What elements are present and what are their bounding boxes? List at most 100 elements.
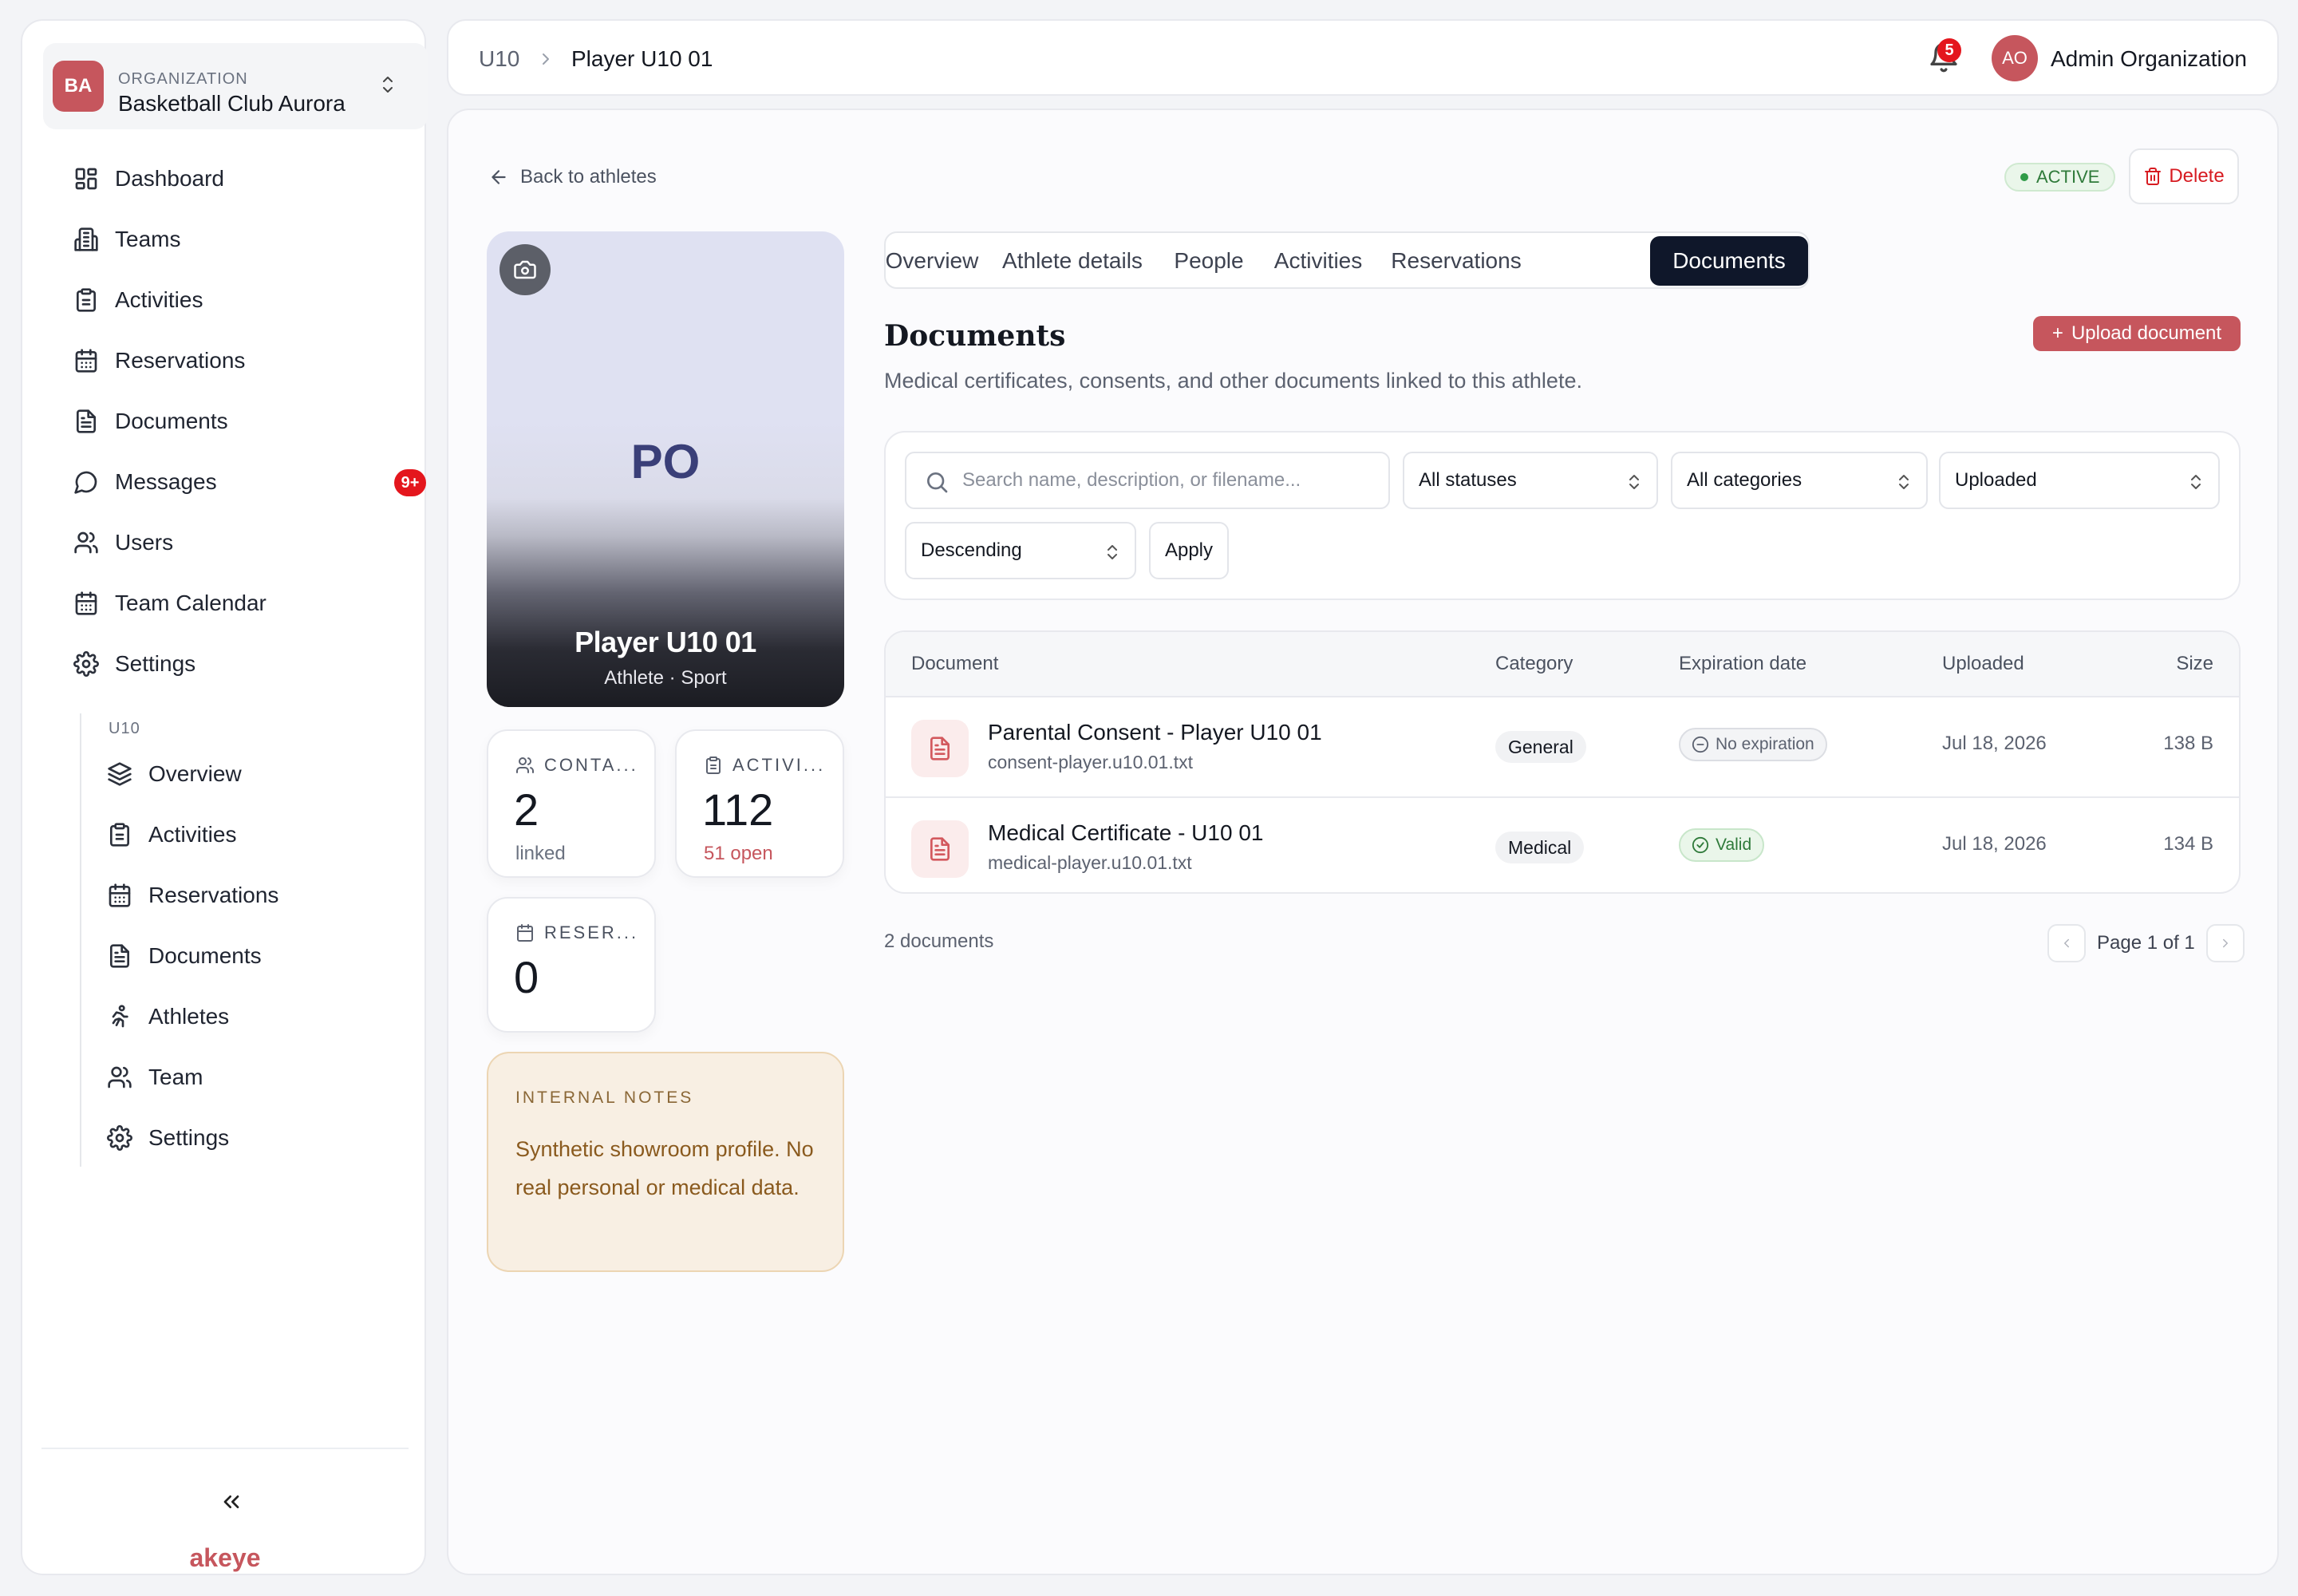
- team-nav-team[interactable]: Team: [88, 1053, 423, 1101]
- stat-reservations[interactable]: RESER... 0: [487, 897, 656, 1033]
- expiration-label: Valid: [1716, 836, 1752, 854]
- stat-contacts[interactable]: CONTA... 2 linked: [487, 729, 656, 878]
- nav-item-label: Reservations: [148, 883, 279, 907]
- stat-subtext: 51 open: [704, 843, 773, 864]
- tab-documents[interactable]: Documents: [1650, 236, 1808, 286]
- breadcrumb-current: Player U10 01: [571, 46, 713, 71]
- camera-icon[interactable]: [499, 244, 551, 295]
- nav-item-messages[interactable]: Messages 9+: [54, 458, 426, 506]
- search-input[interactable]: Search name, description, or filename...: [905, 452, 1390, 509]
- nav-item-label: Activities: [148, 822, 237, 847]
- file-size: 134 B: [2163, 833, 2213, 855]
- file-icon: [911, 820, 969, 878]
- back-label: Back to athletes: [520, 166, 657, 188]
- section-title: Documents: [884, 319, 1066, 353]
- tab-reservations[interactable]: Reservations: [1385, 236, 1527, 286]
- nav-item-documents[interactable]: Documents: [54, 397, 421, 445]
- team-nav-settings[interactable]: Settings: [88, 1114, 423, 1162]
- nav-item-team-calendar[interactable]: Team Calendar: [54, 579, 421, 627]
- profile-name: Player U10 01: [574, 626, 756, 658]
- team-nav-activities[interactable]: Activities: [88, 811, 423, 859]
- search-placeholder: Search name, description, or filename...: [962, 469, 1301, 491]
- document-name[interactable]: Medical Certificate - U10 01: [988, 820, 1263, 846]
- column-header[interactable]: Category: [1495, 653, 1573, 675]
- nav-item-reservations[interactable]: Reservations: [54, 337, 421, 385]
- nav-item-label: Overview: [148, 761, 242, 786]
- category-select[interactable]: All categories: [1671, 452, 1928, 509]
- tab-people[interactable]: People: [1167, 236, 1251, 286]
- arrow-left-icon: [492, 170, 506, 184]
- nav-item-label: Athletes: [148, 1004, 230, 1029]
- nav-item-settings[interactable]: Settings: [54, 640, 421, 688]
- nav-item-label: Messages: [115, 469, 217, 494]
- collapse-sidebar-icon[interactable]: [219, 1489, 244, 1515]
- stat-activities[interactable]: ACTIVI... 112 51 open: [675, 729, 844, 878]
- organization-switcher[interactable]: BA ORGANIZATION Basketball Club Aurora: [43, 43, 428, 129]
- next-page-button[interactable]: [2205, 924, 2245, 962]
- table-row[interactable]: Parental Consent - Player U10 01 consent…: [886, 697, 2239, 795]
- back-to-athletes-link[interactable]: Back to athletes: [488, 166, 657, 188]
- apply-button[interactable]: Apply: [1149, 522, 1229, 579]
- status-badge: ACTIVE: [2004, 163, 2116, 192]
- stat-label: CONTA...: [544, 755, 638, 775]
- team-nav-overview[interactable]: Overview: [88, 750, 423, 798]
- file-size: 138 B: [2163, 733, 2213, 754]
- org-name: Basketball Club Aurora: [118, 91, 345, 116]
- calendar-icon: [73, 348, 99, 373]
- uploaded-date: Jul 18, 2026: [1942, 833, 2047, 855]
- nav-item-teams[interactable]: Teams: [54, 215, 421, 263]
- layers-icon: [107, 761, 132, 787]
- table-row[interactable]: Medical Certificate - U10 01 medical-pla…: [886, 796, 2239, 892]
- stat-value: 112: [702, 784, 774, 835]
- nav-item-activities[interactable]: Activities: [54, 276, 421, 324]
- sort-field-value: Uploaded: [1955, 469, 2037, 491]
- document-filename: medical-player.u10.01.txt: [988, 852, 1192, 873]
- notes-body: Synthetic showroom profile. No real pers…: [515, 1137, 814, 1199]
- column-header[interactable]: Expiration date: [1679, 653, 1806, 675]
- tab-activities[interactable]: Activities: [1262, 236, 1374, 286]
- tab-athlete-details[interactable]: Athlete details: [988, 236, 1157, 286]
- nav-item-dashboard[interactable]: Dashboard: [54, 155, 421, 203]
- plus-icon: +: [2051, 322, 2063, 344]
- stat-header: RESER...: [515, 922, 638, 943]
- table-header: Document Category Expiration date Upload…: [886, 632, 2239, 697]
- expiration-badge: No expiration: [1679, 728, 1827, 761]
- file-icon: [911, 720, 969, 777]
- document-filename: consent-player.u10.01.txt: [988, 752, 1193, 772]
- team-nav-documents[interactable]: Documents: [88, 932, 423, 980]
- column-header[interactable]: Document: [911, 653, 998, 675]
- user-avatar[interactable]: AO: [1992, 35, 2038, 81]
- previous-page-button[interactable]: [2047, 924, 2086, 962]
- chevron-up-down-icon: [1629, 475, 1639, 489]
- nav-item-label: Users: [115, 530, 174, 555]
- users-icon: [516, 757, 534, 773]
- delete-button[interactable]: Delete: [2129, 148, 2239, 204]
- message-icon: [73, 469, 99, 495]
- pagination: Page 1 of 1: [2047, 924, 2245, 962]
- breadcrumb-team[interactable]: U10: [479, 46, 519, 72]
- sort-field-select[interactable]: Uploaded: [1939, 452, 2220, 509]
- nav-item-label: Documents: [148, 943, 262, 968]
- nav-item-label: Reservations: [115, 348, 246, 373]
- users-icon: [107, 1065, 132, 1090]
- column-header[interactable]: Size: [2176, 653, 2213, 675]
- category-badge: Medical: [1495, 832, 1585, 863]
- user-name[interactable]: Admin Organization: [2051, 46, 2247, 72]
- tab-overview[interactable]: Overview: [886, 236, 979, 286]
- team-section-label: U10: [109, 720, 140, 737]
- dashboard-icon: [73, 166, 99, 192]
- status-label: ACTIVE: [2036, 167, 2100, 187]
- nav-item-users[interactable]: Users: [54, 519, 421, 567]
- profile-subtitle: Athlete · Sport: [604, 667, 727, 689]
- trash-icon: [2145, 168, 2162, 185]
- stat-value: 2: [514, 784, 539, 835]
- team-nav-athletes[interactable]: Athletes: [88, 993, 423, 1041]
- upload-document-button[interactable]: + Upload document: [2033, 316, 2241, 351]
- document-filters: Search name, description, or filename...…: [884, 431, 2241, 600]
- team-nav-reservations[interactable]: Reservations: [88, 871, 423, 919]
- minus-circle-icon: [1692, 736, 1709, 753]
- sort-order-select[interactable]: Descending: [905, 522, 1136, 579]
- document-name[interactable]: Parental Consent - Player U10 01: [988, 720, 1322, 745]
- status-select[interactable]: All statuses: [1403, 452, 1658, 509]
- column-header[interactable]: Uploaded: [1942, 653, 2024, 675]
